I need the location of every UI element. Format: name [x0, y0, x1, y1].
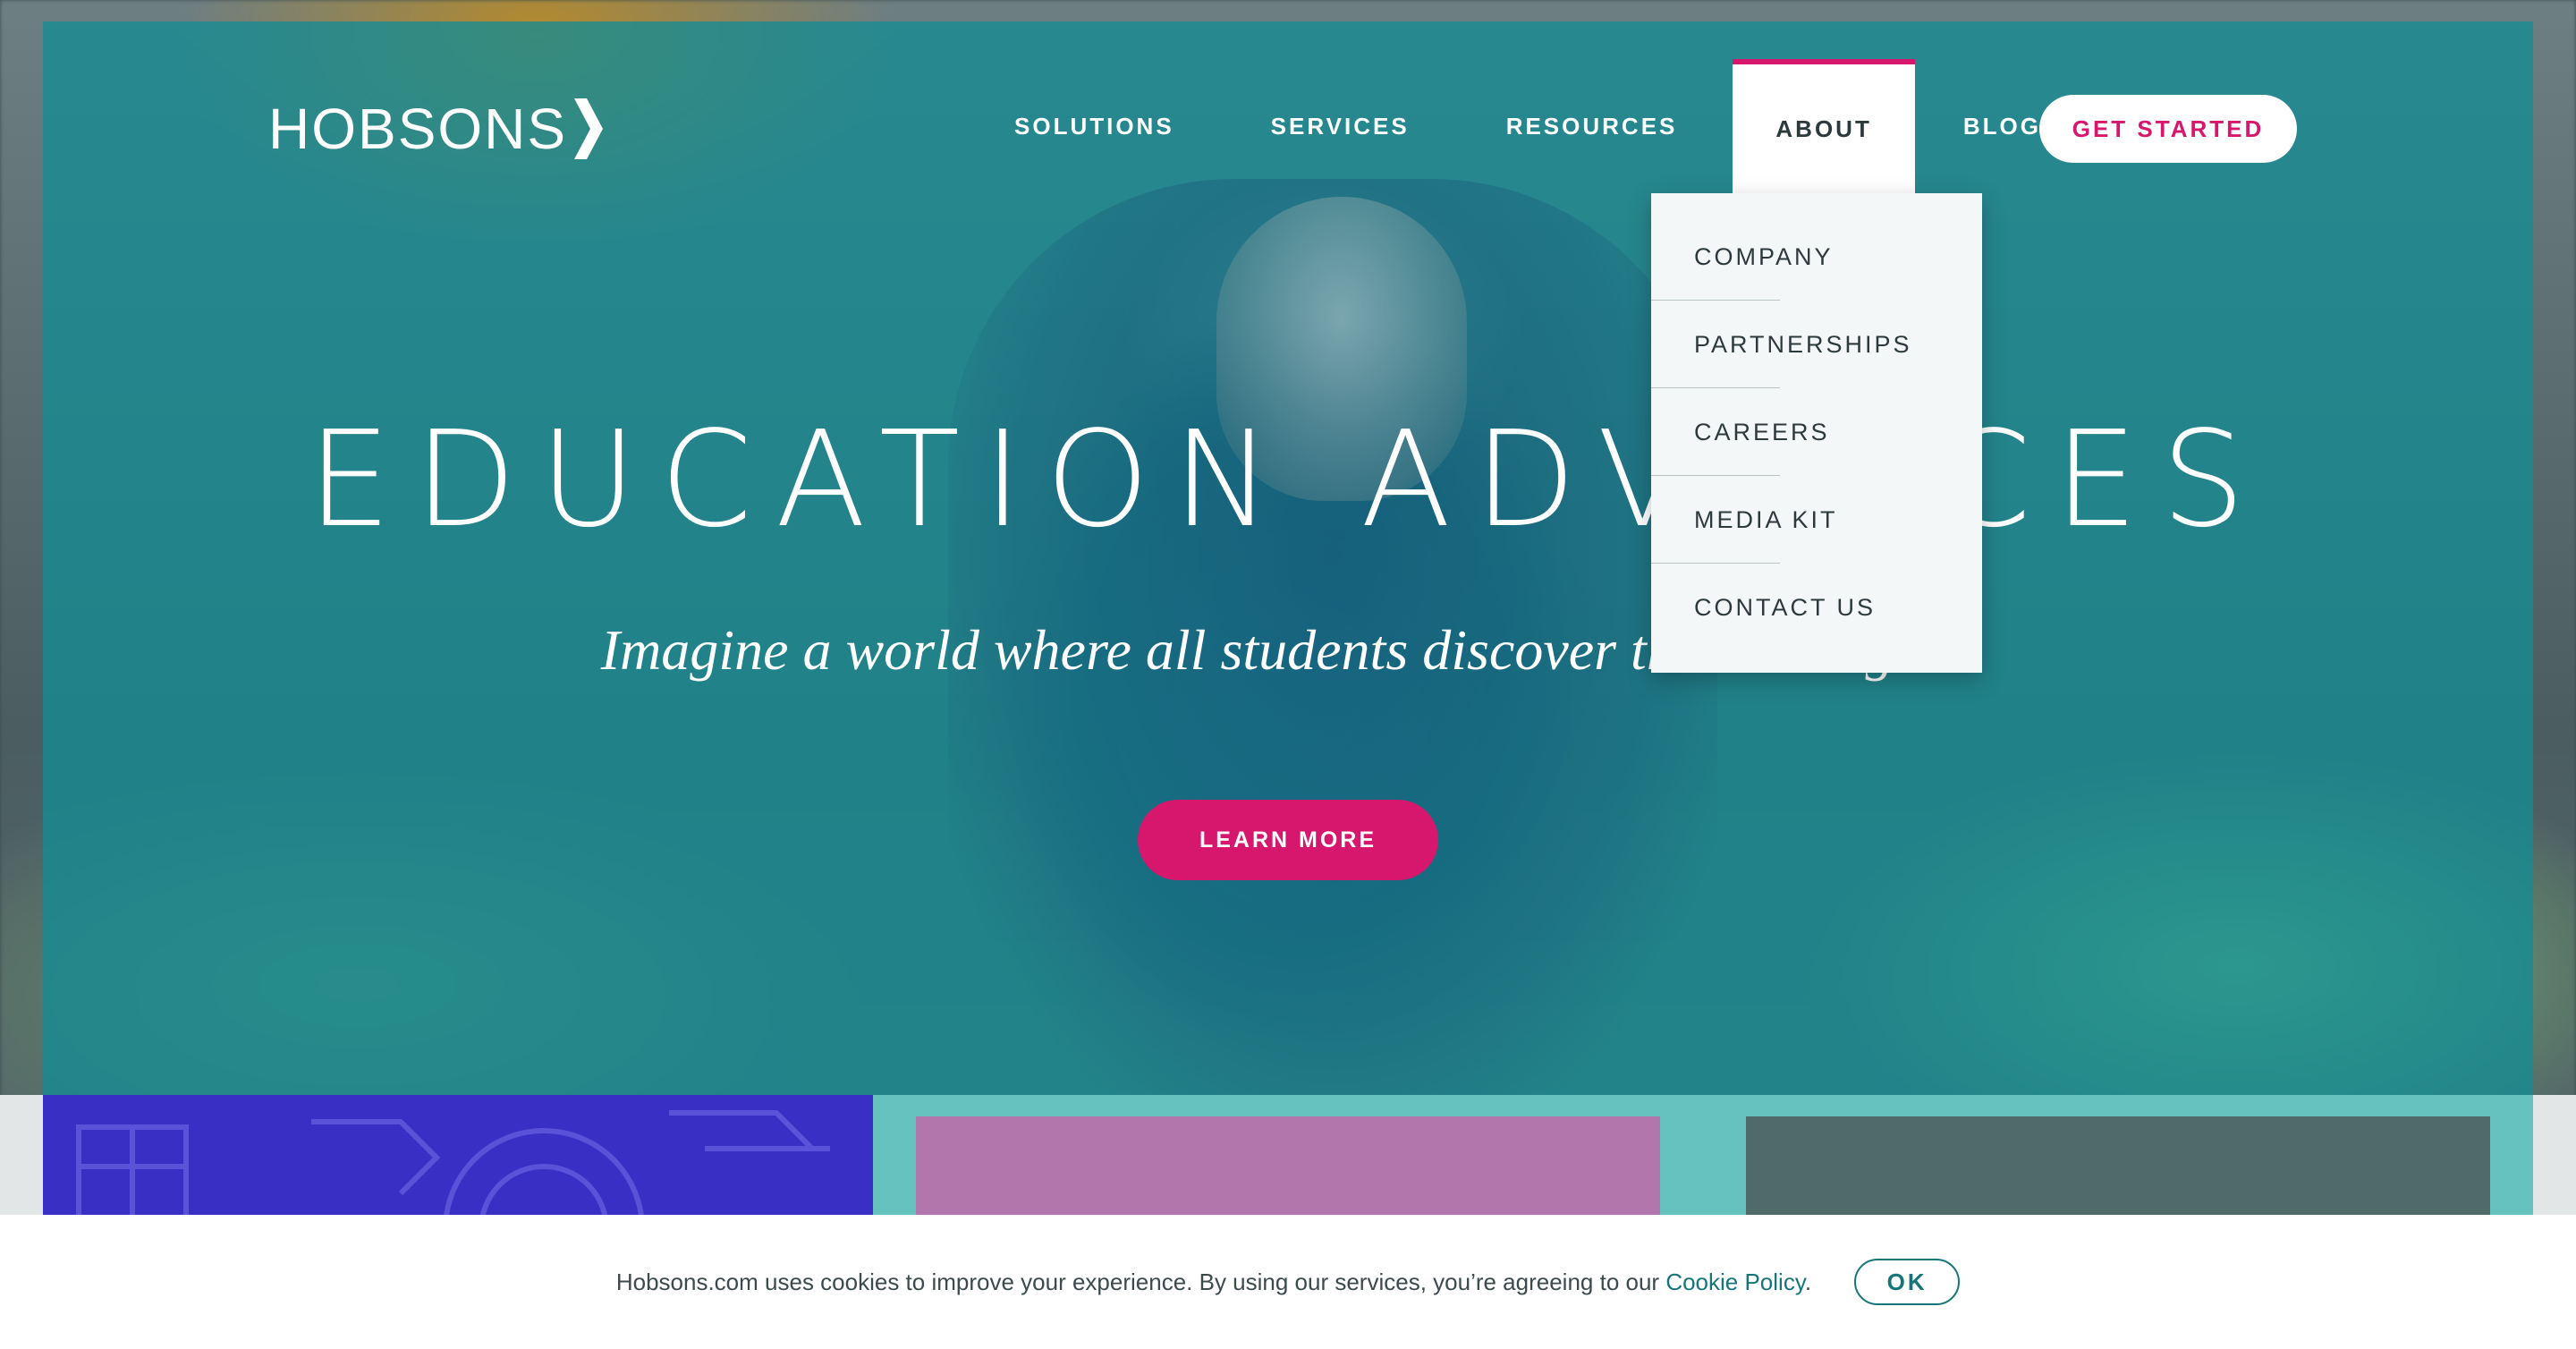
- pattern-decoration: [76, 1110, 830, 1220]
- nav-item-services[interactable]: SERVICES: [1223, 59, 1458, 193]
- cookie-ok-button[interactable]: OK: [1854, 1259, 1961, 1305]
- chevron-right-icon: [574, 98, 604, 159]
- hero-subtitle: Imagine a world where all students disco…: [600, 618, 1976, 682]
- nav-item-resources[interactable]: RESOURCES: [1458, 59, 1726, 193]
- page: HOBSONS SOLUTIONS SERVICES RESOURCES ABO…: [0, 0, 2576, 1349]
- dropdown-item-contact-us[interactable]: CONTACT US: [1651, 564, 1982, 651]
- hero-title: EDUCATION ADVANCES: [307, 403, 2269, 556]
- main-nav: SOLUTIONS SERVICES RESOURCES ABOUT BLOG: [966, 59, 2089, 193]
- cookie-message-suffix: .: [1804, 1268, 1812, 1295]
- get-started-button[interactable]: GET STARTED: [2039, 95, 2297, 163]
- dropdown-item-partnerships[interactable]: PARTNERSHIPS: [1651, 301, 1982, 388]
- dropdown-item-company[interactable]: COMPANY: [1651, 213, 1982, 301]
- feature-tile-blue[interactable]: [43, 1095, 873, 1220]
- dropdown-item-careers[interactable]: CAREERS: [1651, 388, 1982, 476]
- nav-item-about[interactable]: ABOUT: [1733, 59, 1915, 193]
- nav-item-solutions[interactable]: SOLUTIONS: [966, 59, 1223, 193]
- learn-more-button[interactable]: LEARN MORE: [1138, 800, 1438, 880]
- cookie-message: Hobsons.com uses cookies to improve your…: [616, 1268, 1811, 1296]
- feature-tile-pink[interactable]: [916, 1116, 1660, 1220]
- logo-text: HOBSONS: [268, 97, 568, 161]
- logo[interactable]: HOBSONS: [268, 93, 605, 165]
- feature-tile-gray[interactable]: [1746, 1116, 2490, 1220]
- cookie-banner: Hobsons.com uses cookies to improve your…: [0, 1215, 2576, 1349]
- cookie-message-text: Hobsons.com uses cookies to improve your…: [615, 1268, 1666, 1295]
- dropdown-item-media-kit[interactable]: MEDIA KIT: [1651, 476, 1982, 564]
- cookie-policy-link[interactable]: Cookie Policy: [1665, 1268, 1805, 1295]
- about-dropdown-menu: COMPANY PARTNERSHIPS CAREERS MEDIA KIT C…: [1651, 193, 1982, 673]
